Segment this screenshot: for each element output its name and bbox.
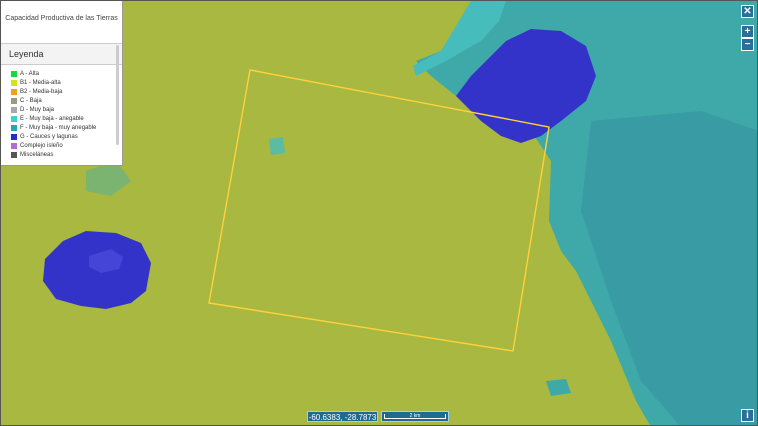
legend-item: B2 - Media-baja — [11, 87, 122, 96]
legend-list: A - Alta B1 - Media-alta B2 - Media-baja C … — [1, 65, 122, 159]
map-view[interactable]: Capacidad Productiva de las Tierras Leye… — [0, 0, 758, 426]
legend-label: G - Cauces y lagunas — [20, 133, 78, 140]
legend-item: D - Muy baja — [11, 105, 122, 114]
zoom-in-button[interactable]: + — [741, 25, 754, 38]
legend-swatch — [11, 88, 17, 95]
legend-swatch — [11, 106, 17, 113]
info-button[interactable]: i — [741, 409, 754, 422]
legend-scrollbar[interactable] — [116, 45, 119, 145]
legend-item: E - Muy baja - anegable — [11, 114, 122, 123]
legend-swatch — [11, 133, 17, 140]
legend-swatch — [11, 151, 17, 158]
close-button[interactable]: ✕ — [741, 5, 754, 18]
legend-swatch — [11, 124, 17, 131]
legend-item: A - Alta — [11, 69, 122, 78]
scale-label: 2 km — [409, 413, 421, 419]
legend-label: B2 - Media-baja — [20, 88, 63, 95]
legend-swatch — [11, 97, 17, 104]
legend-label: B1 - Media-alta — [20, 79, 61, 86]
legend-label: F - Muy baja - muy anegable — [20, 124, 97, 131]
legend-item: F - Muy baja - muy anegable — [11, 123, 122, 132]
legend-item: G - Cauces y lagunas — [11, 132, 122, 141]
scale-bar: 2 km — [381, 411, 449, 422]
legend-swatch — [11, 79, 17, 86]
coordinate-readout: -60.6383, -28.7873 — [307, 411, 378, 422]
legend-header[interactable]: Leyenda — [1, 43, 122, 65]
legend-swatch — [11, 115, 17, 122]
legend-swatch — [11, 142, 17, 149]
legend-label: C - Baja — [20, 97, 42, 104]
legend-item: B1 - Media-alta — [11, 78, 122, 87]
legend-label: A - Alta — [20, 70, 40, 77]
legend-label: E - Muy baja - anegable — [20, 115, 84, 122]
legend-swatch — [11, 70, 17, 77]
legend-item: Complejo isleño — [11, 141, 122, 150]
panel-title: Capacidad Productiva de las Tierras — [5, 15, 118, 22]
legend-label: Complejo isleño — [20, 142, 63, 149]
wet-patch-2 — [269, 137, 285, 155]
legend-label: Misceláneas — [20, 151, 54, 158]
legend-panel: Capacidad Productiva de las Tierras Leye… — [1, 1, 123, 166]
legend-item: Misceláneas — [11, 150, 122, 159]
zoom-out-button[interactable]: − — [741, 38, 754, 51]
legend-label: D - Muy baja — [20, 106, 55, 113]
legend-item: C - Baja — [11, 96, 122, 105]
